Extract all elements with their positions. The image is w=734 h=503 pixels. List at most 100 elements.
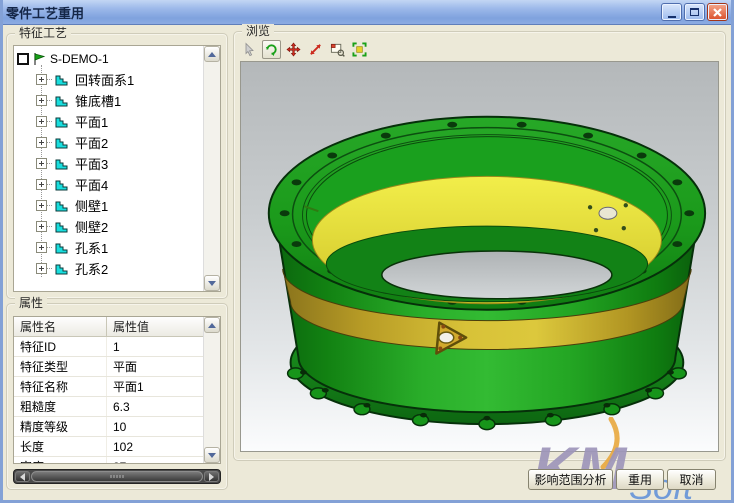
chevron-up-icon <box>208 323 216 328</box>
feature-icon <box>54 219 69 234</box>
table-row[interactable]: 精度等级10 <box>14 417 203 437</box>
tree-item[interactable]: 平面2 <box>14 132 203 153</box>
impact-analysis-button[interactable]: 影响范围分析 <box>528 469 613 490</box>
table-row[interactable]: 特征类型平面 <box>14 357 203 377</box>
tree-item[interactable]: 平面1 <box>14 111 203 132</box>
tree-item-label: 平面1 <box>75 112 108 131</box>
tree-item-label: 孔系2 <box>75 259 108 278</box>
feature-tree: S-DEMO-1 回转面系1 锥底槽1 平面1 平面2 平面3 平面4 侧壁1 … <box>13 45 221 292</box>
expand-icon[interactable] <box>36 242 47 253</box>
cancel-button[interactable]: 取消 <box>667 469 716 490</box>
feature-icon <box>54 198 69 213</box>
tree-scroll-up-button[interactable] <box>204 46 220 62</box>
prop-name: 粗糙度 <box>14 398 106 415</box>
chevron-up-icon <box>208 52 216 57</box>
titlebar[interactable]: 零件工艺重用 <box>0 0 734 25</box>
model-viewport[interactable] <box>240 61 719 452</box>
table-row[interactable]: 粗糙度6.3 <box>14 397 203 417</box>
zoom-window-icon[interactable] <box>328 40 347 59</box>
expand-icon[interactable] <box>36 179 47 190</box>
feature-icon <box>54 240 69 255</box>
table-row[interactable]: 特征名称平面1 <box>14 377 203 397</box>
column-header-name: 属性名 <box>14 318 106 335</box>
tree-connector <box>47 163 52 164</box>
tree-scrollbar[interactable] <box>203 46 220 291</box>
chevron-left-icon <box>20 473 25 481</box>
feature-icon <box>54 156 69 171</box>
tree-connector <box>47 142 52 143</box>
browser-panel: 浏览 <box>233 31 726 461</box>
expand-icon[interactable] <box>36 263 47 274</box>
tree-connector <box>47 226 52 227</box>
rotate-icon[interactable] <box>262 40 281 59</box>
properties-header-row: 属性名 属性值 <box>14 317 203 337</box>
hscroll-left-button[interactable] <box>15 471 30 482</box>
expand-icon[interactable] <box>36 74 47 85</box>
prop-value: 10 <box>106 417 203 436</box>
minimize-icon <box>668 16 676 18</box>
feature-icon <box>54 135 69 150</box>
expand-icon[interactable] <box>36 137 47 148</box>
prop-value: 1 <box>106 337 203 356</box>
window-title: 零件工艺重用 <box>6 3 661 22</box>
feature-icon <box>54 177 69 192</box>
feature-tree-panel: 特征工艺 S-DEMO-1 回转面系1 锥底槽1 平面1 平面2 平面 <box>6 33 228 299</box>
feature-icon <box>54 261 69 276</box>
tree-connector <box>47 121 52 122</box>
dialog-window: 零件工艺重用 特征工艺 S-DEMO-1 <box>0 0 734 503</box>
tree-item[interactable]: 孔系1 <box>14 237 203 258</box>
tree-item[interactable]: 孔系2 <box>14 258 203 279</box>
tree-item[interactable]: 锥底槽1 <box>14 90 203 111</box>
expand-icon[interactable] <box>36 200 47 211</box>
view-toolbar <box>240 39 369 59</box>
tree-item[interactable]: 平面4 <box>14 174 203 195</box>
tree-item-label: 平面3 <box>75 154 108 173</box>
prop-name: 精度等级 <box>14 418 106 435</box>
properties-scrollbar[interactable] <box>203 317 220 463</box>
prop-name: 特征ID <box>14 338 106 355</box>
tree-connector <box>47 100 52 101</box>
table-row[interactable]: 宽度87 <box>14 457 203 463</box>
properties-scroll-up-button[interactable] <box>204 317 220 333</box>
hscroll-right-button[interactable] <box>204 471 219 482</box>
table-row[interactable]: 长度102 <box>14 437 203 457</box>
tree-item-label: 侧壁1 <box>75 196 108 215</box>
tree-item[interactable]: 平面3 <box>14 153 203 174</box>
tree-scroll-down-button[interactable] <box>204 275 220 291</box>
tree-items: S-DEMO-1 回转面系1 锥底槽1 平面1 平面2 平面3 平面4 侧壁1 … <box>14 46 203 291</box>
tree-root-item[interactable]: S-DEMO-1 <box>14 48 203 69</box>
pan-icon[interactable] <box>284 40 303 59</box>
expand-icon[interactable] <box>36 116 47 127</box>
tree-item[interactable]: 回转面系1 <box>14 69 203 90</box>
flag-icon <box>32 52 46 66</box>
reuse-button[interactable]: 重用 <box>616 469 664 490</box>
close-button[interactable] <box>707 3 728 21</box>
feature-icon <box>54 114 69 129</box>
prop-value: 102 <box>106 437 203 456</box>
prop-value: 6.3 <box>106 397 203 416</box>
minimize-button[interactable] <box>661 3 682 21</box>
maximize-icon <box>690 8 699 16</box>
column-header-value: 属性值 <box>106 317 203 336</box>
tree-item-label: 平面4 <box>75 175 108 194</box>
tree-item[interactable]: 侧壁1 <box>14 195 203 216</box>
tree-item[interactable]: 侧壁2 <box>14 216 203 237</box>
root-checkbox[interactable] <box>17 53 29 65</box>
tree-item-label: 平面2 <box>75 133 108 152</box>
expand-icon[interactable] <box>36 158 47 169</box>
prop-name: 特征类型 <box>14 358 106 375</box>
fit-view-icon[interactable] <box>350 40 369 59</box>
chevron-right-icon <box>209 473 214 481</box>
zoom-icon[interactable] <box>306 40 325 59</box>
properties-horizontal-scrollbar[interactable] <box>13 469 221 484</box>
expand-icon[interactable] <box>36 95 47 106</box>
table-row[interactable]: 特征ID1 <box>14 337 203 357</box>
expand-icon[interactable] <box>36 221 47 232</box>
hscroll-thumb[interactable] <box>31 471 203 482</box>
select-cursor-icon[interactable] <box>240 40 259 59</box>
prop-value: 平面 <box>106 357 203 376</box>
tree-connector <box>47 184 52 185</box>
properties-scroll-down-button[interactable] <box>204 447 220 463</box>
maximize-button[interactable] <box>684 3 705 21</box>
prop-value: 87 <box>106 457 203 463</box>
